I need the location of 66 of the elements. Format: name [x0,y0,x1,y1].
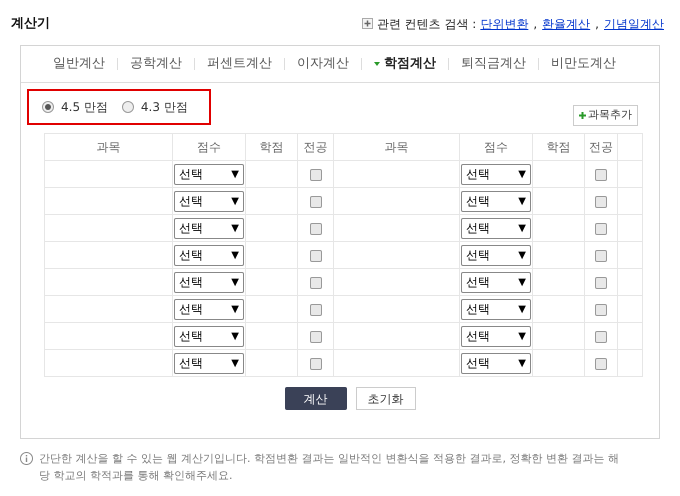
score-dropdown[interactable]: 선택 ▼ [174,190,244,212]
column-header: 과목 [334,134,460,160]
major-checkbox[interactable] [310,358,322,370]
major-checkbox[interactable] [595,358,607,370]
column-header: 학점 [532,134,584,160]
related-label: 관련 컨텐츠 검색 : [376,16,476,32]
score-dropdown[interactable]: 선택 ▼ [461,190,531,212]
tab[interactable]: 퇴직금계산 [449,54,538,74]
column-header: 학점 [246,134,298,160]
major-checkbox[interactable] [595,304,607,316]
major-checkbox[interactable] [310,250,322,262]
major-checkbox[interactable] [310,276,322,289]
related-link[interactable]: 기념일계산 [604,14,664,32]
radio-button[interactable] [122,101,134,113]
score-dropdown[interactable]: 선택 ▼ [461,218,531,238]
major-checkbox[interactable] [595,222,607,235]
radio-option[interactable]: 4.5 만점 [42,98,108,116]
score-dropdown[interactable]: 선택 ▼ [174,272,244,292]
radio-option[interactable]: 4.3 만점 [122,98,188,116]
major-checkbox[interactable] [595,250,607,262]
score-dropdown[interactable]: 선택 ▼ [174,298,244,320]
radio-button[interactable] [42,101,54,113]
tab[interactable]: 비만도계산 [539,54,628,74]
score-dropdown[interactable]: 선택 ▼ [461,272,531,292]
major-checkbox[interactable] [310,196,322,208]
column-header: 전공 [298,134,334,160]
score-dropdown[interactable]: 선택 ▼ [461,352,531,374]
related-link[interactable]: 환율계산 [542,14,590,32]
major-checkbox[interactable] [310,168,322,181]
separator-comma: , [533,16,538,32]
score-dropdown[interactable]: 선택 ▼ [174,326,244,346]
tab[interactable]: 공학계산 [118,54,194,74]
major-checkbox[interactable] [595,168,607,181]
major-checkbox[interactable] [310,304,322,316]
info-icon [20,452,33,465]
score-dropdown[interactable]: 선택 ▼ [174,244,244,266]
tab[interactable]: 학점계산 [362,54,448,74]
column-header: 과목 [44,134,172,160]
score-dropdown[interactable]: 선택 ▼ [174,352,244,374]
plus-icon [362,18,373,29]
score-dropdown[interactable]: 선택 ▼ [174,218,244,238]
tab[interactable]: 퍼센트계산 [195,54,284,74]
page-title: 계산기 [11,14,50,33]
related-link[interactable]: 단위변환 [480,14,528,32]
major-checkbox[interactable] [595,276,607,289]
add-subject-button[interactable]: 과목추가 [573,105,638,126]
score-dropdown[interactable]: 선택 ▼ [174,164,244,184]
major-checkbox[interactable] [595,196,607,208]
caret-icon [374,62,380,66]
column-header: 전공 [584,134,618,160]
plus-icon [579,112,586,119]
tab[interactable]: 이자계산 [285,54,361,74]
reset-button[interactable]: 초기화 [356,387,416,410]
major-checkbox[interactable] [310,330,322,343]
major-checkbox[interactable] [595,330,607,343]
score-dropdown[interactable]: 선택 ▼ [461,298,531,320]
score-dropdown[interactable]: 선택 ▼ [461,244,531,266]
score-dropdown[interactable]: 선택 ▼ [461,326,531,346]
major-checkbox[interactable] [310,222,322,235]
calculate-button[interactable]: 계산 [284,387,346,410]
column-header: 점수 [460,134,532,160]
separator-comma: , [595,16,599,32]
score-dropdown[interactable]: 선택 ▼ [461,164,531,184]
column-header: 점수 [172,134,246,160]
tab[interactable]: 일반계산 [41,54,117,74]
info-note: 간단한 계산을 할 수 있는 웹 계산기입니다. 학점변환 결과는 일반적인 변환식을 적용한 결과로, 정확한 변환 결과는 해당 학교의 학적과를 통해 확인해주세요. [39,451,620,484]
